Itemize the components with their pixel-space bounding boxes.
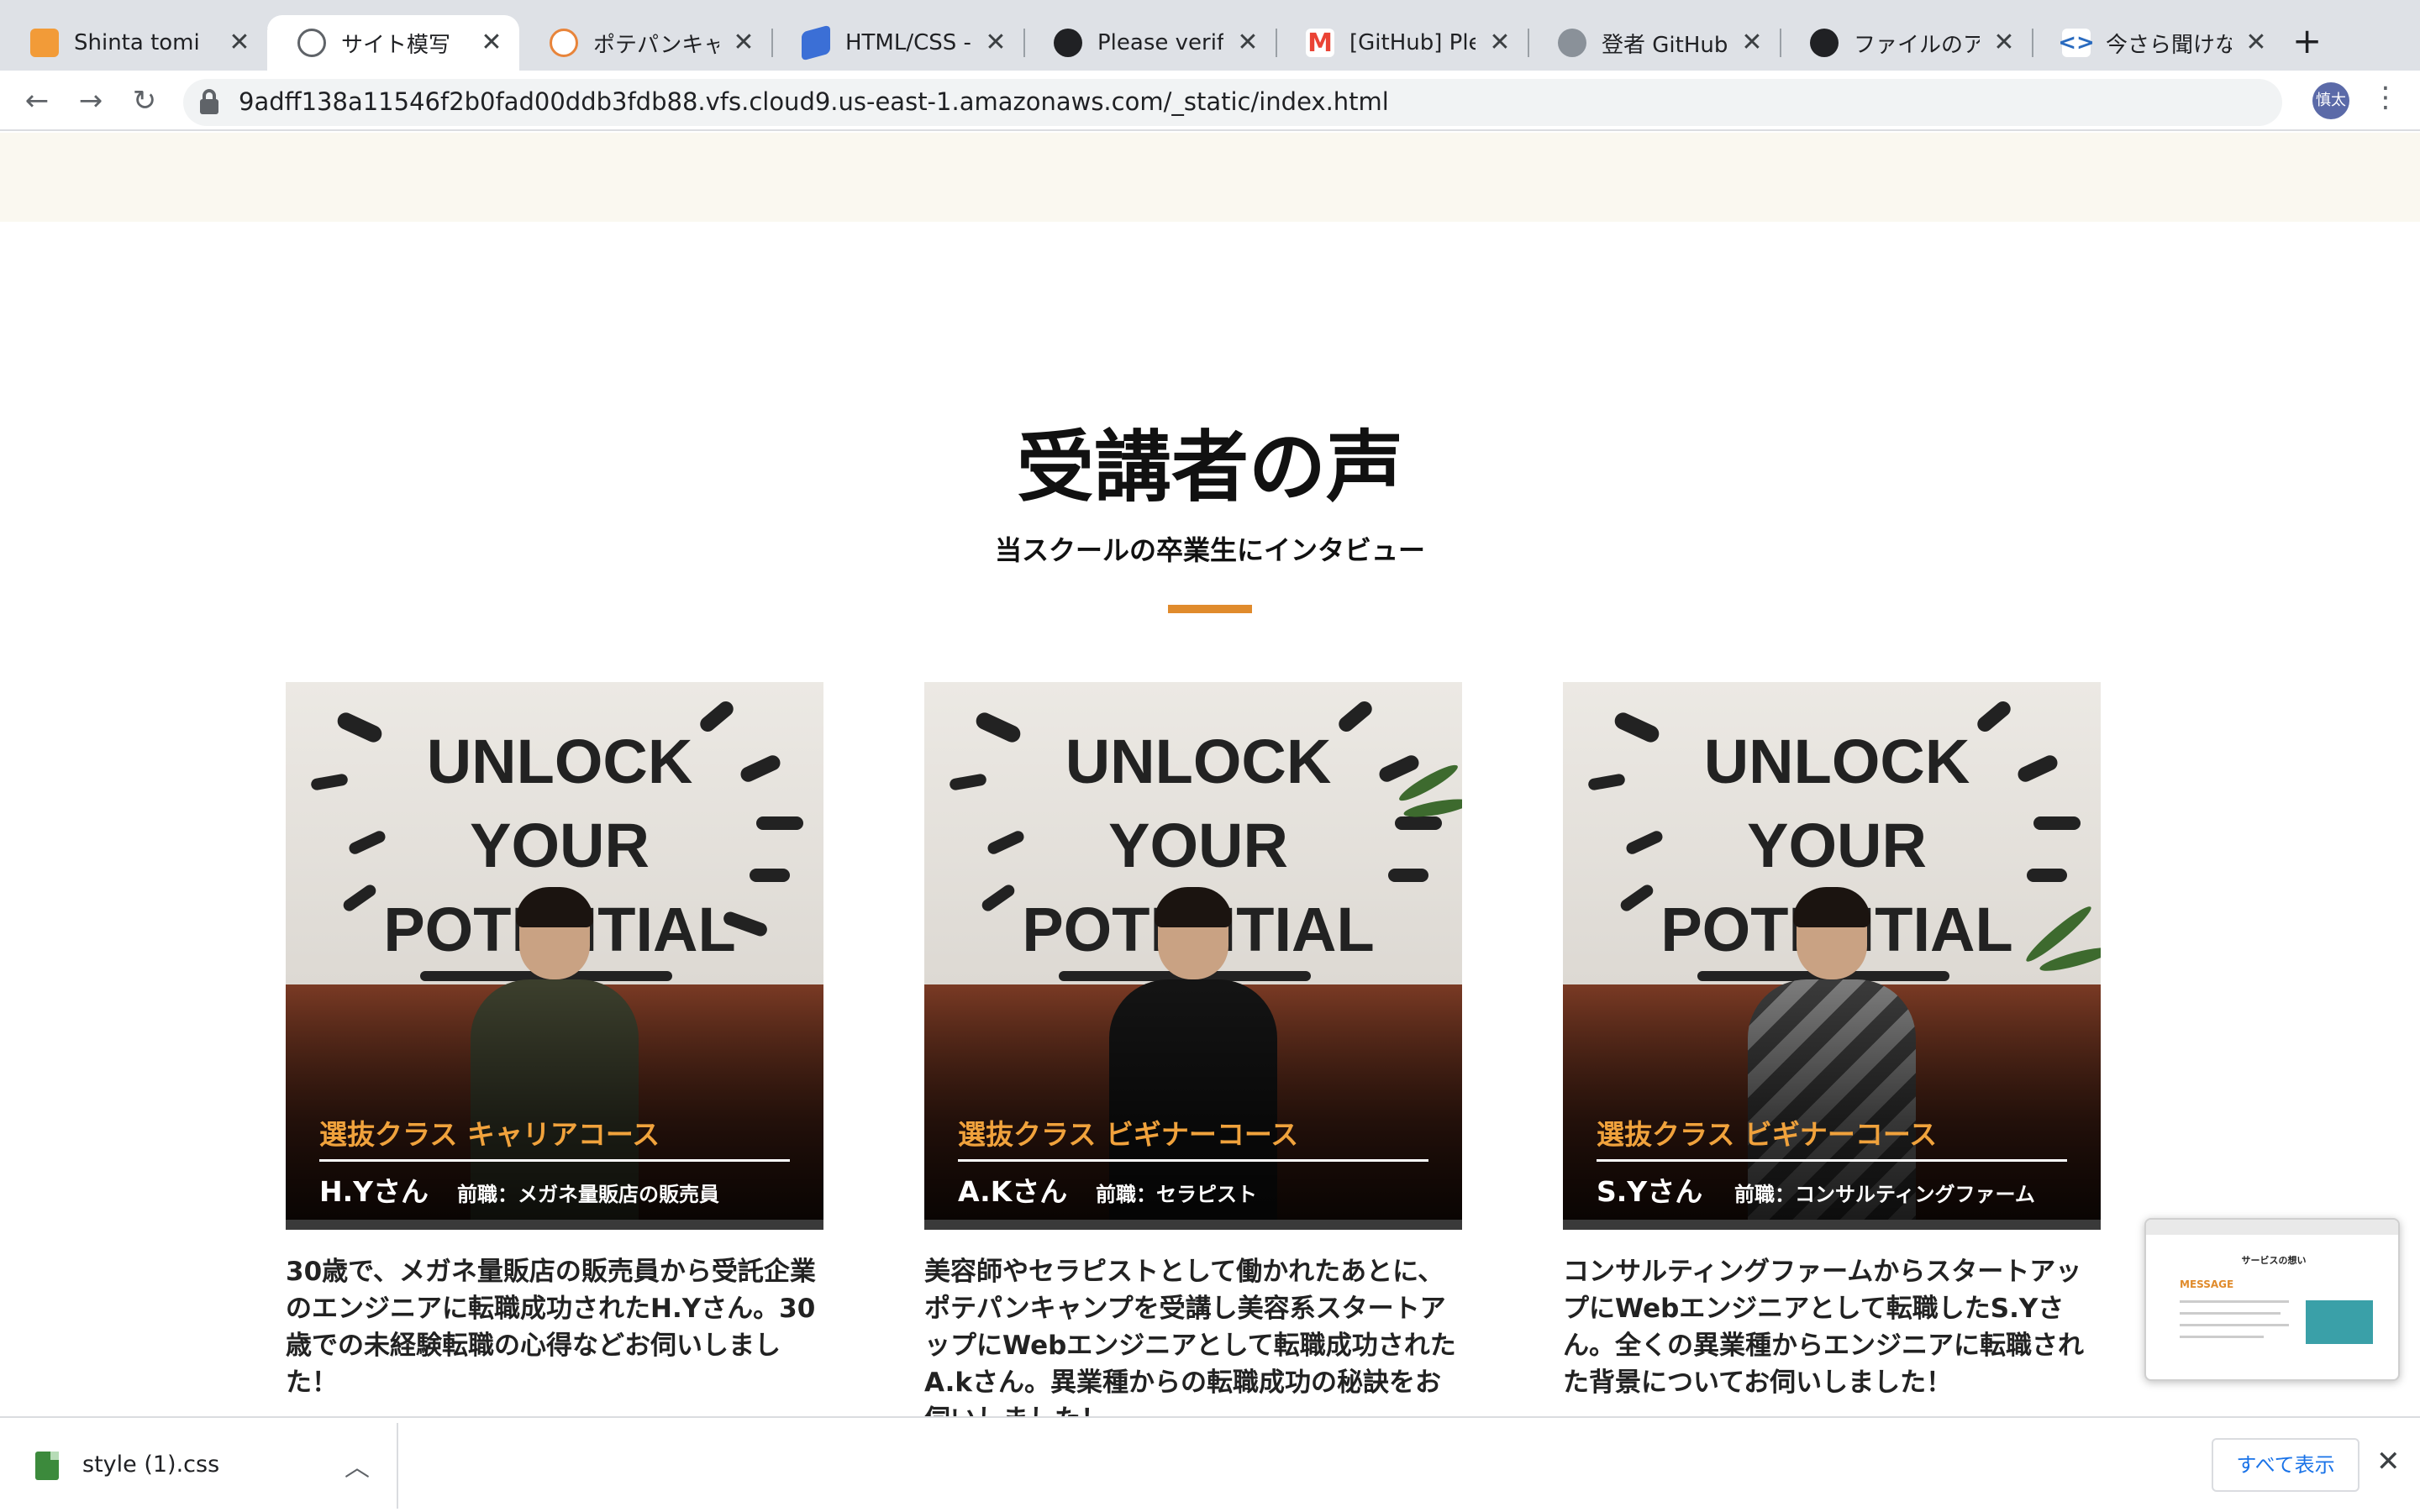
wall-text-line-1: UNLOCK bbox=[427, 727, 693, 796]
github-icon bbox=[1810, 29, 1839, 57]
tab-7[interactable]: ファイルのアップ ✕ bbox=[1780, 15, 2033, 71]
testimonial-card[interactable]: UNLOCK YOUR POTENTIAL 選抜クラス ビギナーコース bbox=[1563, 682, 2101, 1401]
tab-label: 登者 GitHubの bbox=[1602, 32, 1728, 58]
pip-title: サービスの想い bbox=[2241, 1255, 2307, 1266]
close-icon[interactable]: ✕ bbox=[2376, 1445, 2401, 1478]
graduate-name: H.Yさん bbox=[319, 1175, 429, 1208]
tab-0[interactable]: Shinta tomita - ✕ bbox=[0, 15, 269, 71]
graduate-name: S.Yさん bbox=[1597, 1175, 1703, 1208]
course-label: 選抜クラス ビギナーコース bbox=[1597, 1112, 2067, 1162]
tab-label: サイト模写 bbox=[341, 32, 451, 58]
course-label: 選抜クラス ビギナーコース bbox=[958, 1112, 1428, 1162]
section-heading: 受講者の声 bbox=[1016, 423, 1403, 512]
tab-5[interactable]: M [GitHub] Please ✕ bbox=[1276, 15, 1529, 71]
tab-label: ポテパンキャンプ bbox=[593, 32, 719, 58]
close-icon[interactable]: ✕ bbox=[1990, 29, 2018, 57]
tab-label: Shinta tomita - bbox=[74, 30, 200, 55]
layers-icon bbox=[802, 24, 830, 61]
back-arrow-icon[interactable]: ← bbox=[18, 82, 55, 119]
close-icon[interactable]: ✕ bbox=[1234, 29, 1262, 57]
new-tab-button[interactable]: + bbox=[2292, 20, 2322, 61]
previous-job: 前職：メガネ量販店の販売員 bbox=[457, 1183, 719, 1206]
close-icon[interactable]: ✕ bbox=[981, 29, 1010, 57]
close-icon[interactable]: ✕ bbox=[1738, 29, 1766, 57]
download-file-name[interactable]: style (1).css bbox=[82, 1452, 219, 1478]
testimonial-description: 30歳で、メガネ量販店の販売員から受託企業のエンジニアに転職成功されたH.Yさん… bbox=[286, 1257, 816, 1398]
testimonial-card[interactable]: UNLOCK YOUR POTENTIAL 選抜クラス ビギナーコース bbox=[924, 682, 1462, 1416]
section-subheading: 当スクールの卒業生にインタビュー bbox=[994, 534, 1425, 566]
file-icon bbox=[35, 1452, 59, 1480]
forward-arrow-icon[interactable]: → bbox=[72, 82, 109, 119]
graduate-name: A.Kさん bbox=[958, 1175, 1068, 1208]
previous-job: 前職：セラピスト bbox=[1096, 1183, 1257, 1206]
wall-text-line-2: YOUR bbox=[1747, 811, 1927, 880]
testimonial-photo[interactable]: UNLOCK YOUR POTENTIAL 選抜クラス ビギナーコース bbox=[1563, 682, 2101, 1230]
testimonial-photo[interactable]: UNLOCK YOUR POTENTIAL 選抜クラス ビギナーコース bbox=[924, 682, 1462, 1230]
testimonial-description: コンサルティングファームからスタートアップにWebエンジニアとして転職したS.Y… bbox=[1563, 1257, 2084, 1398]
profile-avatar[interactable]: 慎太 bbox=[2312, 82, 2349, 119]
tab-label: HTML/CSS - Ra bbox=[845, 30, 971, 55]
accent-bar bbox=[1168, 605, 1252, 613]
tab-6[interactable]: 登者 GitHubの ✕ bbox=[1528, 15, 1781, 71]
tab-label: Please verify y bbox=[1097, 30, 1223, 55]
close-icon[interactable]: ✕ bbox=[729, 29, 758, 57]
chevron-up-icon[interactable]: ︿ bbox=[345, 1446, 370, 1483]
tab-3[interactable]: HTML/CSS - Ra ✕ bbox=[771, 15, 1025, 71]
testimonial-description: 美容師やセラピストとして働かれたあとに、ポテパンキャンプを受講し美容系スタートア… bbox=[924, 1257, 1456, 1416]
url-text[interactable]: 9adff138a11546f2b0fad00ddb3fdb88.vfs.clo… bbox=[239, 87, 1389, 116]
globe-icon bbox=[297, 29, 326, 57]
pip-preview[interactable]: サービスの想い MESSAGE bbox=[2144, 1218, 2400, 1381]
gmail-icon: M bbox=[1306, 29, 1334, 58]
tab-label: [GitHub] Please bbox=[1349, 30, 1476, 55]
code-icon: <> bbox=[2058, 29, 2095, 57]
close-icon[interactable]: ✕ bbox=[477, 29, 506, 57]
course-label: 選抜クラス キャリアコース bbox=[319, 1112, 790, 1162]
aws-cube-icon bbox=[30, 29, 59, 57]
tab-8[interactable]: <> 今さら聞けない ✕ bbox=[2032, 15, 2284, 71]
address-bar[interactable]: 9adff138a11546f2b0fad00ddb3fdb88.vfs.clo… bbox=[183, 79, 2282, 126]
github-icon bbox=[1054, 29, 1082, 57]
tab-strip: Shinta tomita - ✕ サイト模写 ✕ ポテパンキャンプ ✕ HTM… bbox=[0, 0, 2420, 71]
download-shelf: style (1).css ︿ すべて表示 ✕ bbox=[0, 1416, 2420, 1512]
wall-text-line-2: YOUR bbox=[1108, 811, 1288, 880]
page-icon bbox=[1558, 29, 1586, 57]
show-all-button[interactable]: すべて表示 bbox=[2212, 1438, 2360, 1492]
cream-band bbox=[0, 133, 2420, 222]
tab-4[interactable]: Please verify y ✕ bbox=[1023, 15, 1277, 71]
pip-section-label: MESSAGE bbox=[2180, 1278, 2234, 1290]
tab-label: 今さら聞けない bbox=[2106, 32, 2232, 58]
tab-1[interactable]: サイト模写 ✕ bbox=[267, 15, 519, 71]
close-icon[interactable]: ✕ bbox=[2242, 29, 2270, 57]
browser-toolbar: ← → ↻ 9adff138a11546f2b0fad00ddb3fdb88.v… bbox=[0, 71, 2420, 131]
testimonial-photo[interactable]: UNLOCK YOUR POTENTIAL 選抜クラス キャリアコース H.Yさ… bbox=[286, 682, 823, 1230]
previous-job: 前職：コンサルティングファーム bbox=[1734, 1183, 2035, 1206]
tab-label: ファイルのアップ bbox=[1854, 32, 1980, 58]
close-icon[interactable]: ✕ bbox=[225, 29, 254, 57]
menu-kebab-icon[interactable]: ⋮ bbox=[2371, 81, 2400, 114]
testimonial-card[interactable]: UNLOCK YOUR POTENTIAL 選抜クラス キャリアコース H.Yさ… bbox=[286, 682, 823, 1401]
lock-icon bbox=[200, 89, 218, 114]
pip-image bbox=[2306, 1300, 2373, 1344]
potepan-icon bbox=[550, 29, 578, 57]
wall-text-line-2: YOUR bbox=[470, 811, 650, 880]
tab-2[interactable]: ポテパンキャンプ ✕ bbox=[519, 15, 773, 71]
close-icon[interactable]: ✕ bbox=[1486, 29, 1514, 57]
page-viewport: 受講者の声 当スクールの卒業生にインタビュー UNLOCK YOUR 選抜クラス… bbox=[0, 133, 2420, 1416]
wall-text-line-1: UNLOCK bbox=[1704, 727, 1970, 796]
wall-text-line-1: UNLOCK bbox=[1065, 727, 1332, 796]
reload-icon[interactable]: ↻ bbox=[126, 82, 163, 119]
